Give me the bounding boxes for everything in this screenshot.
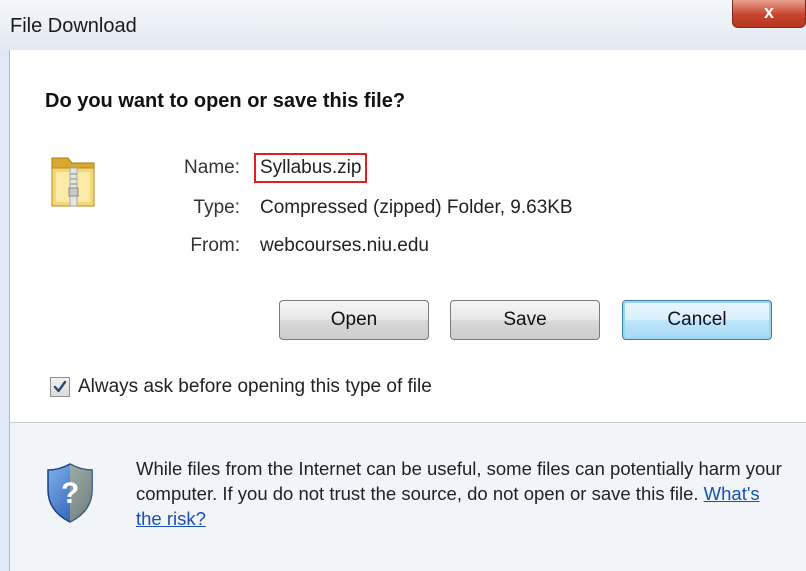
file-type-value: Compressed (zipped) Folder, 9.63KB — [260, 197, 573, 218]
warning-panel: ? While files from the Internet can be u… — [10, 423, 806, 571]
warning-text: While files from the Internet can be use… — [136, 458, 782, 504]
save-button[interactable]: Save — [450, 300, 600, 340]
warning-text-block: While files from the Internet can be use… — [136, 456, 786, 531]
svg-text:?: ? — [61, 477, 79, 510]
file-name-value: Syllabus.zip — [254, 153, 368, 183]
close-icon: x — [763, 2, 774, 22]
type-label: Type: — [193, 197, 240, 218]
dialog-question: Do you want to open or save this file? — [45, 90, 406, 112]
cancel-button[interactable]: Cancel — [622, 300, 772, 340]
from-label: From: — [190, 235, 240, 256]
open-button[interactable]: Open — [279, 300, 429, 340]
close-button[interactable]: x — [732, 0, 806, 28]
checkmark-icon — [53, 380, 67, 393]
zip-folder-icon — [51, 157, 95, 207]
title-bar: File Download x — [0, 0, 806, 50]
window-title: File Download — [10, 15, 137, 37]
always-ask-checkbox[interactable] — [50, 377, 70, 397]
dialog-body: Do you want to open or save this file? N… — [9, 50, 806, 571]
file-source-value: webcourses.niu.edu — [260, 235, 429, 256]
always-ask-label: Always ask before opening this type of f… — [78, 376, 432, 397]
name-label: Name: — [184, 157, 240, 178]
security-shield-icon: ? — [47, 463, 93, 523]
